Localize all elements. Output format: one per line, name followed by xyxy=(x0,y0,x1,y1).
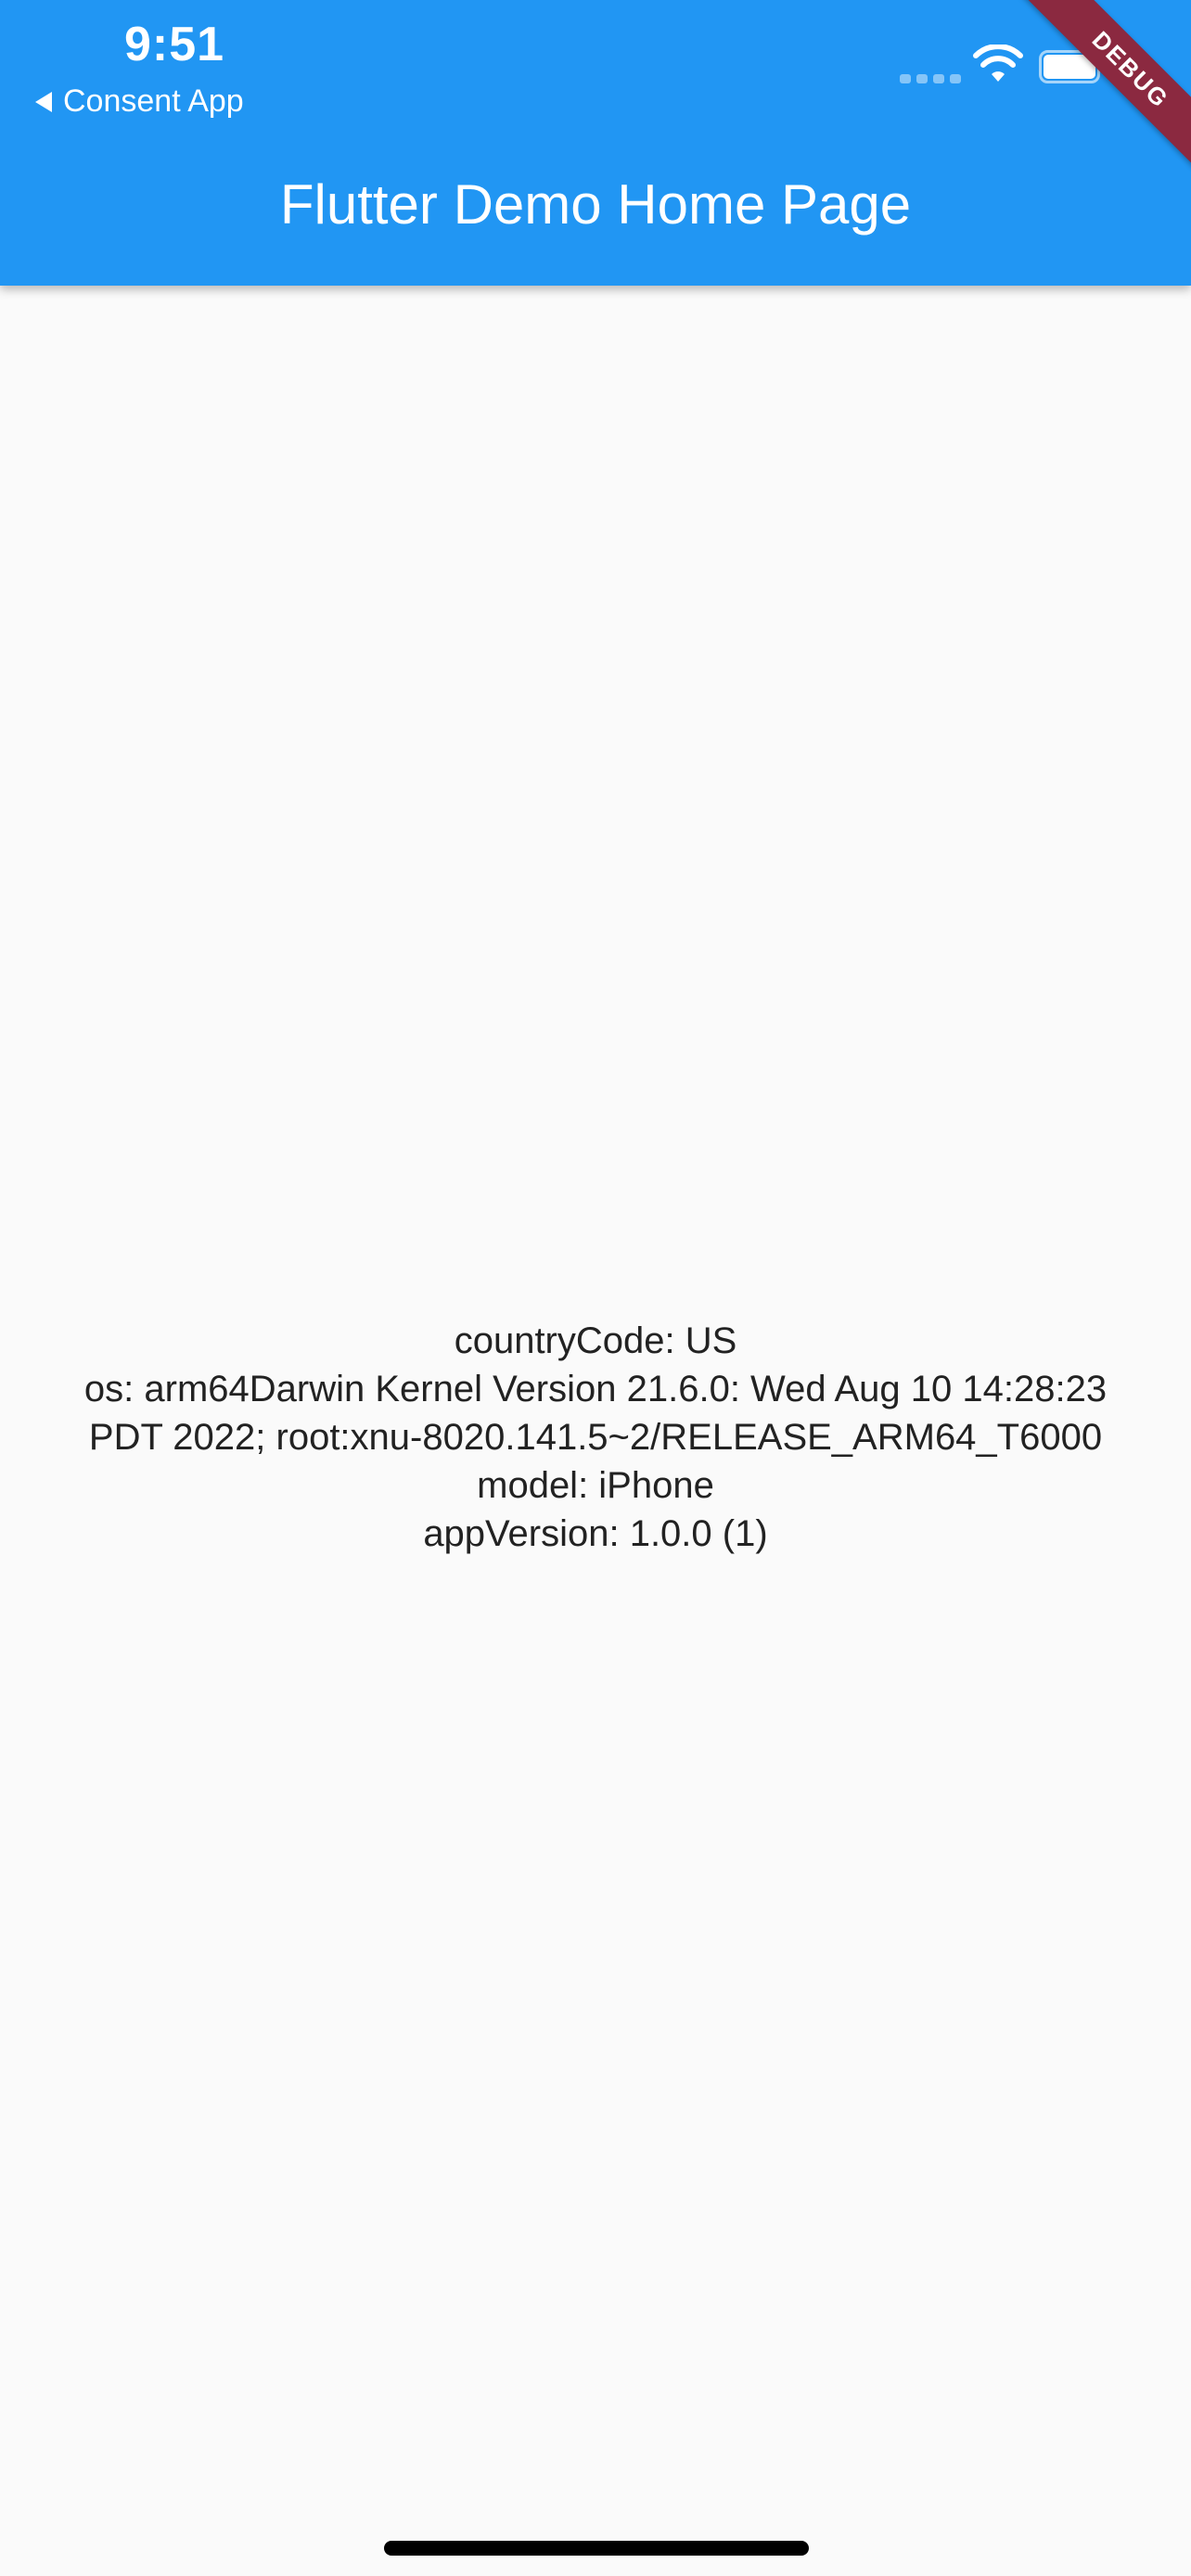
info-line-os: os: arm64Darwin Kernel Version 21.6.0: W… xyxy=(83,1369,1108,1409)
info-line-country-code: countryCode: US xyxy=(454,1320,737,1361)
battery-icon xyxy=(1039,50,1105,83)
signal-icon xyxy=(900,74,961,83)
back-arrow-icon xyxy=(35,91,52,112)
device-info-text: countryCode: US os: arm64Darwin Kernel V… xyxy=(0,1317,1191,1558)
status-time: 9:51 xyxy=(123,18,225,71)
info-line-app-version: appVersion: 1.0.0 (1) xyxy=(423,1513,768,1554)
back-to-app-link[interactable]: Consent App xyxy=(35,83,244,120)
wifi-icon xyxy=(973,45,1023,82)
info-line-os-continued: PDT 2022; root:xnu-8020.141.5~2/RELEASE_… xyxy=(88,1417,1103,1458)
page-title: Flutter Demo Home Page xyxy=(279,173,912,236)
info-line-model: model: iPhone xyxy=(477,1465,714,1506)
back-link-label: Consent App xyxy=(63,83,244,119)
home-indicator[interactable] xyxy=(384,2541,809,2556)
app-bar: 9:51 Consent App Flutter Demo Home Page xyxy=(0,0,1191,286)
